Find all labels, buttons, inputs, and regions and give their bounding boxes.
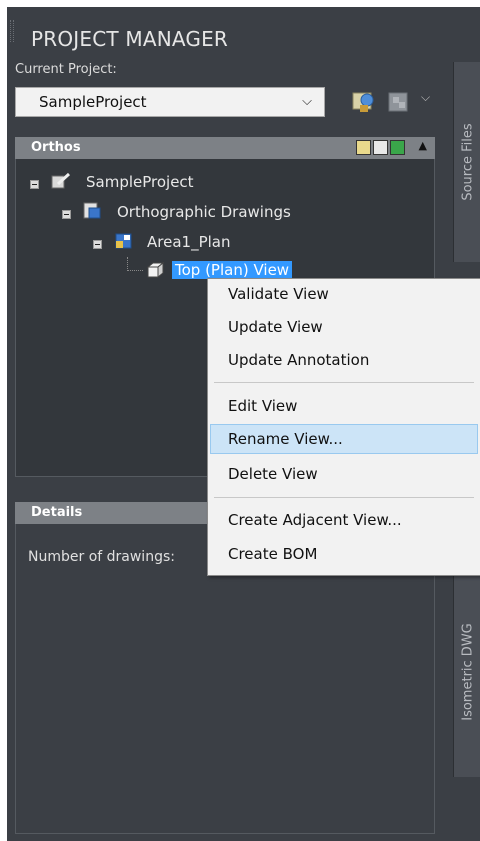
menu-separator <box>214 382 474 383</box>
drag-grip[interactable] <box>10 20 14 42</box>
tree-node-project[interactable]: SampleProject <box>86 173 194 191</box>
tree-node-orthographic-drawings[interactable]: Orthographic Drawings <box>117 203 291 221</box>
menu-item-edit-view[interactable]: Edit View <box>210 391 478 421</box>
expand-toggle-icon[interactable] <box>30 180 39 189</box>
menu-item-create-bom[interactable]: Create BOM <box>210 539 478 569</box>
project-icon <box>51 172 71 189</box>
menu-item-validate-view[interactable]: Validate View <box>210 279 478 309</box>
view-cube-icon <box>146 261 165 279</box>
menu-separator <box>214 497 474 498</box>
context-menu: Validate View Update View Update Annotat… <box>207 278 480 576</box>
menu-item-update-view[interactable]: Update View <box>210 312 478 342</box>
project-tools-icon[interactable] <box>385 88 413 116</box>
project-setup-icon[interactable] <box>350 88 378 116</box>
refresh-icon[interactable] <box>390 140 405 155</box>
orthos-title: Orthos <box>31 140 81 155</box>
chevron-down-icon: ⌵ <box>302 94 312 109</box>
details-title: Details <box>31 505 83 520</box>
menu-item-rename-view[interactable]: Rename View... <box>210 424 478 454</box>
tree-node-top-plan-view[interactable]: Top (Plan) View <box>172 261 293 279</box>
orthos-header: Orthos ▲ <box>15 137 435 159</box>
drawing-file-icon <box>115 233 132 249</box>
new-drawing-icon[interactable] <box>356 140 371 155</box>
current-project-value: SampleProject <box>39 93 147 111</box>
panel-title: PROJECT MANAGER <box>31 27 229 51</box>
current-project-dropdown[interactable]: SampleProject ⌵ <box>15 87 325 117</box>
expand-toggle-icon[interactable] <box>93 240 102 249</box>
menu-item-update-annotation[interactable]: Update Annotation <box>210 345 478 375</box>
expand-toggle-icon[interactable] <box>62 210 71 219</box>
tab-source-files[interactable]: Source Files <box>453 62 480 262</box>
copy-drawing-icon[interactable] <box>373 140 388 155</box>
menu-item-create-adjacent-view[interactable]: Create Adjacent View... <box>210 505 478 535</box>
current-project-label: Current Project: <box>15 62 117 77</box>
collapse-up-icon[interactable]: ▲ <box>419 139 427 152</box>
menu-item-delete-view[interactable]: Delete View <box>210 459 478 489</box>
tools-dropdown-icon[interactable]: ⌵ <box>421 90 430 105</box>
tab-isometric-dwg[interactable]: Isometric DWG <box>453 567 480 777</box>
number-of-drawings-label: Number of drawings: <box>28 549 175 565</box>
tree-connector <box>127 257 128 271</box>
tree-connector <box>127 270 143 271</box>
tree-node-area1-plan[interactable]: Area1_Plan <box>147 233 230 251</box>
drawings-folder-icon <box>83 202 101 219</box>
